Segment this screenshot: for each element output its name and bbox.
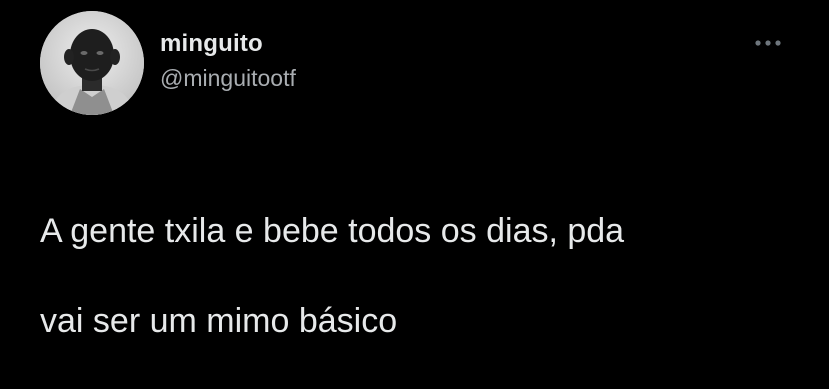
- author-avatar[interactable]: [40, 11, 144, 115]
- tweet-card: minguito @minguitootf A gente txila e be…: [0, 0, 829, 340]
- author-identity: minguito @minguitootf: [160, 30, 296, 92]
- tweet-text-line-1: A gente txila e bebe todos os dias, pda: [40, 212, 625, 250]
- tweet-text: A gente txila e bebe todos os dias, pda …: [40, 164, 800, 389]
- profile-photo-icon: [40, 11, 144, 115]
- author-handle[interactable]: @minguitootf: [160, 64, 296, 92]
- tweet-text-line-2: vai ser um mimo básico: [40, 302, 398, 340]
- more-options-icon[interactable]: [752, 36, 784, 50]
- author-display-name[interactable]: minguito: [160, 30, 296, 58]
